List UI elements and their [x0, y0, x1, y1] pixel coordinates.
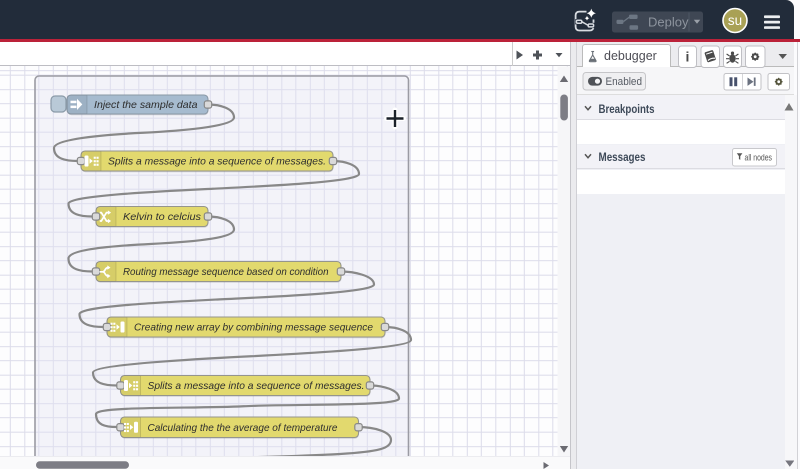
svg-text:Breakpoints: Breakpoints — [599, 101, 655, 115]
svg-text:su: su — [728, 13, 742, 28]
svg-text:all nodes: all nodes — [745, 152, 773, 162]
svg-text:Enabled: Enabled — [606, 76, 643, 88]
svg-text:Deploy: Deploy — [648, 14, 689, 29]
svg-text:i: i — [686, 48, 690, 64]
svg-text:Messages: Messages — [599, 149, 646, 163]
